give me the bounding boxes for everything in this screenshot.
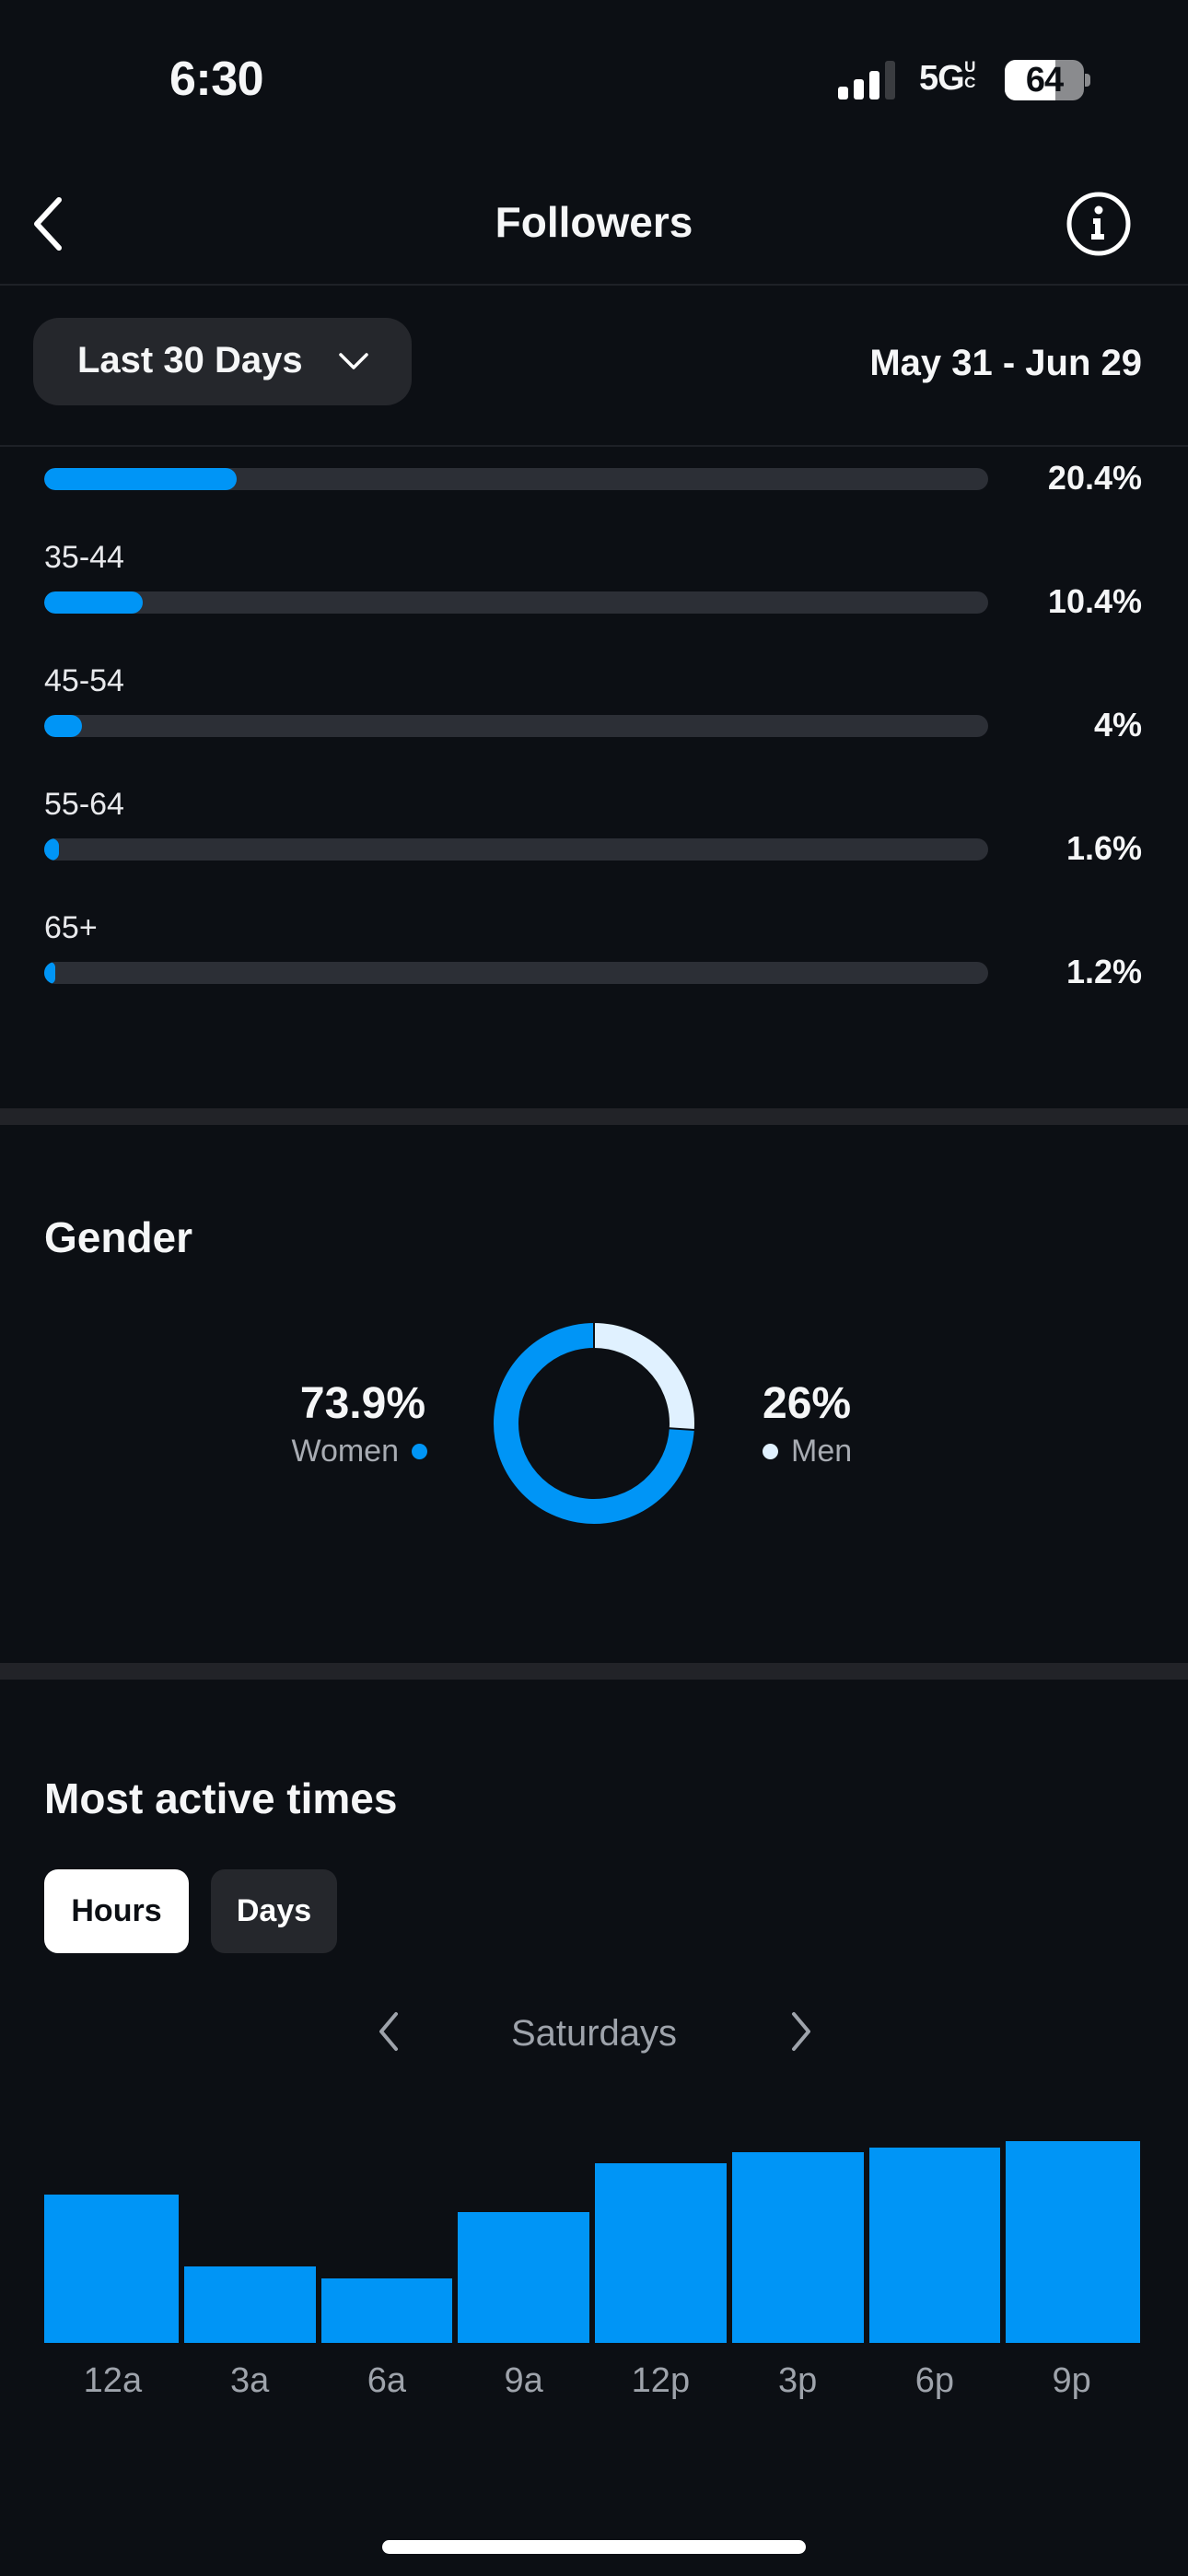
next-day-button[interactable] — [785, 2008, 818, 2055]
age-range-percentage: 1.6% — [1066, 829, 1142, 867]
signal-bar — [838, 87, 848, 100]
women-percentage: 73.9% — [299, 1379, 425, 1428]
age-range-label: 65+ — [44, 910, 98, 945]
info-button[interactable] — [1066, 191, 1132, 257]
age-range-bar-track — [44, 591, 988, 614]
section-divider — [0, 1108, 1188, 1125]
x-tick-label: 9a — [504, 2361, 543, 2400]
chevron-down-icon — [339, 353, 368, 369]
network-type: 5GU C — [919, 59, 975, 99]
age-range-bar-track — [44, 838, 988, 861]
header-divider — [0, 445, 1188, 447]
age-range-bar-track — [44, 715, 988, 737]
age-range-percentage: 4% — [1093, 706, 1142, 744]
tab-days[interactable]: Days — [211, 1869, 337, 1953]
home-indicator[interactable] — [382, 2540, 806, 2554]
date-range-text: May 31 - Jun 29 — [869, 343, 1142, 383]
age-range-percentage: 10.4% — [1047, 582, 1142, 620]
x-tick-label: 6a — [367, 2361, 407, 2400]
men-label: Men — [791, 1434, 853, 1469]
age-range-bar-fill — [44, 468, 238, 490]
age-range-bar-track — [44, 468, 988, 490]
age-range-percentage: 20.4% — [1047, 459, 1142, 497]
x-tick-label: 6p — [914, 2361, 955, 2400]
bar-3p — [731, 2152, 864, 2343]
age-range-label: 35-44 — [44, 540, 124, 575]
gender-section-title: Gender — [44, 1213, 193, 1261]
age-range-bar-track — [44, 962, 988, 984]
bar-12p — [595, 2163, 727, 2343]
age-range-percentage: 1.2% — [1066, 953, 1142, 990]
x-tick-label: 3a — [229, 2361, 270, 2400]
age-range-bar-fill — [44, 715, 82, 737]
cellular-signal-icon — [838, 61, 895, 100]
battery-tip — [1085, 74, 1090, 87]
age-range-bar-fill — [44, 838, 60, 861]
bar-9a — [458, 2212, 589, 2343]
network-suffix: UC — [964, 58, 975, 91]
selected-day-label: Saturdays — [510, 2013, 678, 2054]
x-tick-label: 12p — [631, 2361, 691, 2400]
bar-6p — [868, 2148, 1001, 2343]
page-title: Followers — [495, 198, 693, 246]
bar-9p — [1006, 2141, 1140, 2343]
chevron-right-icon — [792, 2012, 810, 2051]
age-range-list: 25-34 20.4% 35-44 10.4% 45-54 4% 55-64 1.6% 65+ 1… — [0, 446, 1188, 1091]
men-percentage: 26% — [763, 1379, 852, 1428]
signal-bar — [869, 71, 879, 100]
status-time: 6:30 — [169, 53, 264, 106]
bar-6a — [320, 2278, 453, 2343]
date-range-dropdown[interactable]: Last 30 Days — [33, 318, 412, 405]
x-tick-label: 12a — [83, 2361, 143, 2400]
signal-bar — [885, 61, 895, 100]
age-range-label: 55-64 — [44, 787, 124, 822]
age-range-label: 45-54 — [44, 663, 124, 698]
women-legend: Women — [291, 1434, 427, 1469]
age-range-bar-fill — [44, 591, 143, 614]
age-range-bar-fill — [44, 962, 56, 984]
bar-12a — [44, 2195, 179, 2343]
men-legend: Men — [763, 1434, 852, 1469]
info-circle-icon — [1066, 192, 1131, 256]
most-active-times-title: Most active times — [44, 1774, 398, 1822]
x-tick-label: 9p — [1052, 2361, 1091, 2400]
women-legend-dot — [412, 1444, 427, 1459]
men-legend-dot — [763, 1444, 778, 1459]
nav-divider — [0, 284, 1188, 286]
women-label: Women — [291, 1434, 399, 1469]
network-label: 5G — [919, 59, 965, 98]
date-range-dropdown-label: Last 30 Days — [77, 340, 303, 381]
tab-hours[interactable]: Hours — [44, 1869, 189, 1953]
age-range-label: 25-34 — [44, 446, 124, 452]
bar-3a — [183, 2266, 316, 2343]
battery-icon: 64 — [1005, 60, 1084, 100]
hours-bar-chart: 12a 3a 6a 9a 12p 3p 6p 9p — [44, 2119, 1140, 2414]
gender-donut-chart — [494, 1322, 696, 1524]
signal-bar — [854, 79, 864, 100]
section-divider — [0, 1663, 1188, 1680]
x-tick-label: 3p — [777, 2361, 818, 2400]
battery-percent: 64 — [1025, 61, 1064, 100]
